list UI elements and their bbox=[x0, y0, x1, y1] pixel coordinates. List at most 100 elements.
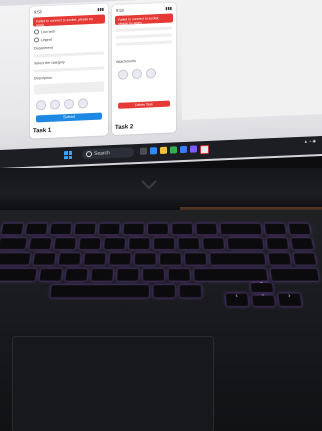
phone-status-bar: 9:53 ▮▮▮ bbox=[112, 2, 176, 14]
backlit-keyboard: ‹ ˆ ˇ › bbox=[0, 220, 322, 342]
key[interactable] bbox=[83, 253, 106, 265]
key[interactable] bbox=[147, 223, 169, 235]
key[interactable] bbox=[193, 268, 268, 281]
key[interactable] bbox=[290, 238, 314, 250]
radio-icon bbox=[34, 29, 39, 35]
search-icon bbox=[86, 150, 92, 158]
option-label: Urgent bbox=[41, 37, 52, 42]
app-icon[interactable] bbox=[200, 144, 209, 155]
key[interactable] bbox=[268, 253, 291, 265]
tray-icons[interactable]: ▲ ⌁ ◉ bbox=[304, 138, 316, 144]
key[interactable] bbox=[50, 223, 72, 235]
key[interactable] bbox=[0, 268, 37, 281]
arrow-right-key[interactable]: › bbox=[277, 293, 302, 307]
taskbar-search-box[interactable]: Search bbox=[82, 147, 134, 160]
key[interactable] bbox=[178, 238, 200, 250]
phone-time: 9:53 bbox=[116, 7, 124, 13]
attachment-icons bbox=[36, 98, 102, 111]
key[interactable] bbox=[196, 223, 218, 235]
key[interactable] bbox=[116, 268, 139, 281]
photo-laptop: 9:53 ▮▮▮ Failed to connect to socket, pl… bbox=[0, 0, 322, 431]
key[interactable] bbox=[109, 253, 131, 265]
option-urgent[interactable]: Urgent bbox=[34, 34, 104, 43]
touchpad[interactable] bbox=[12, 336, 214, 431]
key[interactable] bbox=[168, 268, 191, 281]
key[interactable] bbox=[33, 253, 56, 265]
phone-mockup-task-1: 9:53 ▮▮▮ Failed to connect to socket, pl… bbox=[30, 3, 108, 139]
file-icon[interactable] bbox=[64, 98, 74, 110]
key[interactable] bbox=[179, 284, 202, 298]
attachment-icons bbox=[118, 68, 170, 80]
laptop-logo-icon bbox=[141, 180, 157, 190]
space-key[interactable] bbox=[50, 284, 150, 298]
key[interactable] bbox=[0, 238, 28, 250]
file-icon[interactable] bbox=[146, 68, 156, 79]
attachments-label: Attachments bbox=[116, 59, 136, 64]
app-icon[interactable] bbox=[170, 146, 177, 154]
key[interactable] bbox=[39, 268, 63, 281]
arrow-left-key[interactable]: ‹ bbox=[225, 293, 249, 307]
key[interactable] bbox=[209, 253, 266, 265]
camera-icon[interactable] bbox=[36, 99, 46, 111]
key[interactable] bbox=[153, 284, 176, 298]
detail-line bbox=[116, 40, 172, 46]
category-field[interactable] bbox=[34, 66, 104, 73]
key[interactable] bbox=[270, 268, 320, 281]
description-field[interactable] bbox=[34, 81, 104, 95]
key[interactable] bbox=[123, 223, 144, 235]
signal-icon: ▮▮▮ bbox=[165, 5, 172, 11]
department-label: Department bbox=[34, 45, 53, 51]
phone-mockup-task-2: 9:53 ▮▮▮ Failed to connect to socket, pl… bbox=[112, 2, 176, 136]
gallery-icon[interactable] bbox=[132, 68, 142, 80]
key[interactable] bbox=[65, 268, 88, 281]
department-field[interactable] bbox=[34, 51, 104, 58]
app-icon[interactable] bbox=[190, 145, 197, 153]
detail-line bbox=[116, 26, 172, 32]
key[interactable] bbox=[266, 238, 289, 250]
key[interactable] bbox=[134, 253, 156, 265]
key[interactable] bbox=[103, 238, 126, 250]
key[interactable] bbox=[288, 223, 311, 235]
camera-icon[interactable] bbox=[118, 69, 128, 80]
search-label: Search bbox=[94, 150, 110, 157]
key[interactable] bbox=[29, 238, 52, 250]
key[interactable] bbox=[79, 238, 101, 250]
arrow-up-key[interactable]: ˆ bbox=[250, 282, 274, 293]
option-low-tech[interactable]: Low tech bbox=[34, 26, 104, 35]
key[interactable] bbox=[220, 223, 262, 235]
arrow-down-key[interactable]: ˇ bbox=[251, 295, 276, 307]
description-label: Description bbox=[34, 75, 52, 81]
key[interactable] bbox=[58, 253, 81, 265]
laptop-bezel bbox=[0, 168, 322, 210]
key[interactable] bbox=[128, 238, 150, 250]
gallery-icon[interactable] bbox=[50, 99, 60, 110]
category-label: Select the category bbox=[34, 60, 65, 66]
key[interactable] bbox=[184, 253, 207, 265]
key[interactable] bbox=[1, 223, 24, 235]
key[interactable] bbox=[142, 268, 165, 281]
key[interactable] bbox=[264, 223, 287, 235]
delete-button[interactable]: Delete Task bbox=[118, 100, 170, 109]
key[interactable] bbox=[172, 223, 193, 235]
mic-icon[interactable] bbox=[78, 98, 88, 109]
signal-icon: ▮▮▮ bbox=[97, 6, 104, 12]
app-icon[interactable] bbox=[150, 147, 157, 155]
key[interactable] bbox=[54, 238, 77, 250]
error-alert: Failed to connect to socket, please try … bbox=[115, 13, 173, 25]
task-label: Task 1 bbox=[33, 127, 52, 135]
key[interactable] bbox=[293, 253, 317, 265]
key[interactable] bbox=[74, 223, 96, 235]
key[interactable] bbox=[159, 253, 182, 265]
task-view-icon[interactable] bbox=[140, 147, 147, 155]
submit-button[interactable]: Submit bbox=[36, 112, 102, 123]
key[interactable] bbox=[25, 223, 48, 235]
windows-start-icon[interactable] bbox=[64, 150, 72, 160]
key[interactable] bbox=[0, 253, 31, 265]
folder-icon[interactable] bbox=[160, 146, 167, 155]
key[interactable] bbox=[153, 238, 175, 250]
key[interactable] bbox=[202, 238, 225, 250]
key[interactable] bbox=[98, 223, 120, 235]
key[interactable] bbox=[90, 268, 114, 281]
app-icon[interactable] bbox=[180, 145, 187, 154]
key[interactable] bbox=[227, 238, 264, 250]
